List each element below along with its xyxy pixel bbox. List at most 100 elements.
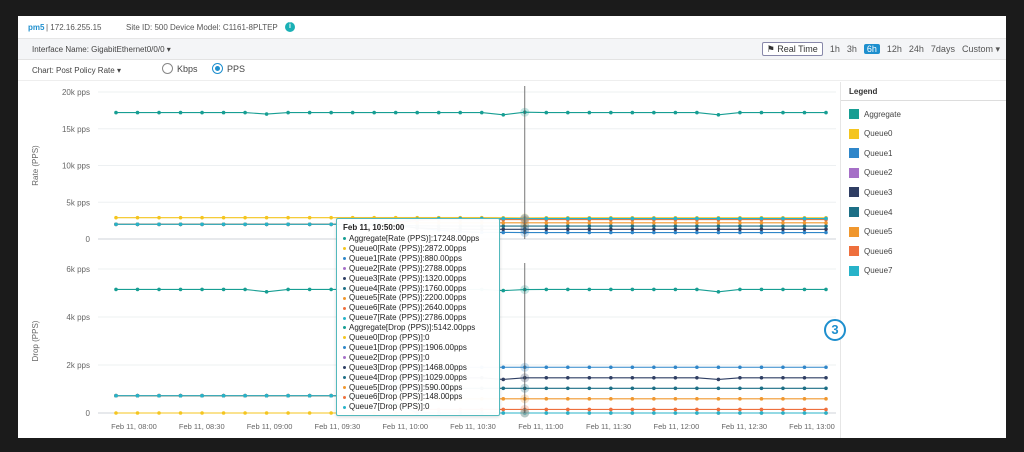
- range-custom-dropdown[interactable]: Custom ▾: [962, 44, 1000, 55]
- radio-pps[interactable]: PPS: [212, 63, 245, 74]
- legend-item-queue3[interactable]: Queue3: [849, 186, 892, 198]
- range-24h[interactable]: 24h: [909, 44, 924, 54]
- data-point: [716, 221, 721, 225]
- data-point: [286, 287, 290, 292]
- data-point: [501, 230, 506, 235]
- range-custom-label: Custom: [961, 43, 993, 54]
- data-point: [652, 221, 656, 225]
- data-point: [544, 375, 549, 380]
- data-point: [716, 386, 721, 391]
- data-point: [609, 365, 613, 370]
- range-6h[interactable]: 6h: [863, 44, 880, 54]
- data-point: [501, 407, 506, 412]
- data-point: [393, 110, 398, 115]
- data-point: [738, 216, 742, 221]
- data-point: [609, 407, 613, 412]
- charts-area[interactable]: 20k pps 15k pps 10k pps 5k pps 0 Rate (PPS) 6k…: [18, 82, 838, 438]
- y-axis-label: Drop (PPS): [31, 320, 40, 361]
- x-tick-label: Feb 11, 13:00: [789, 422, 835, 431]
- data-point: [566, 287, 570, 292]
- data-point: [781, 365, 785, 370]
- real-time-button[interactable]: ⚑ Real Time: [761, 42, 823, 56]
- data-point: [695, 110, 699, 115]
- data-point: [802, 216, 807, 221]
- data-point: [200, 222, 204, 227]
- data-point: [609, 375, 613, 380]
- data-point: [781, 287, 785, 292]
- data-point: [673, 397, 678, 401]
- legend-item-queue4[interactable]: Queue4: [849, 206, 892, 218]
- data-point: [695, 224, 699, 228]
- data-point: [609, 221, 613, 225]
- device-hostname-link[interactable]: pm5: [28, 23, 44, 32]
- legend-item-queue1[interactable]: Queue1: [849, 147, 892, 159]
- data-point: [307, 393, 312, 398]
- legend-item-queue5[interactable]: Queue5: [849, 226, 892, 238]
- y-tick-label: 20k pps: [62, 88, 90, 97]
- data-point: [286, 215, 290, 220]
- data-point: [135, 222, 140, 227]
- data-point: [501, 221, 506, 225]
- data-point: [587, 221, 592, 225]
- data-point: [501, 411, 506, 415]
- data-point: [673, 224, 678, 228]
- legend-item-queue7[interactable]: Queue7: [849, 265, 892, 277]
- data-point: [501, 112, 506, 117]
- range-12h[interactable]: 12h: [887, 44, 902, 54]
- tooltip-row: Queue6[Rate (PPS)]:2640.00pps: [343, 303, 466, 313]
- data-point: [243, 110, 247, 115]
- data-point: [114, 222, 118, 227]
- range-1h[interactable]: 1h: [830, 44, 840, 54]
- tooltip-dot-icon: [343, 257, 346, 261]
- legend-item-aggregate[interactable]: Aggregate: [849, 108, 901, 120]
- legend-swatch: [849, 148, 859, 159]
- x-tick-label: Feb 11, 12:30: [721, 422, 767, 431]
- tooltip-dot-icon: [343, 375, 346, 379]
- data-point: [695, 221, 699, 225]
- data-point: [716, 411, 721, 415]
- data-point: [329, 287, 333, 292]
- data-point: [286, 110, 290, 115]
- data-point: [609, 386, 613, 391]
- radio-kbps[interactable]: Kbps: [162, 63, 198, 74]
- data-point: [759, 411, 764, 415]
- data-point: [652, 224, 656, 228]
- data-point: [781, 110, 785, 115]
- data-point: [501, 365, 506, 370]
- legend-item-queue0[interactable]: Queue0: [849, 128, 892, 140]
- y-tick-label: 15k pps: [62, 125, 90, 134]
- legend-item-queue6[interactable]: Queue6: [849, 245, 892, 257]
- data-point: [802, 375, 807, 380]
- range-3h[interactable]: 3h: [847, 44, 857, 54]
- data-point: [157, 222, 161, 227]
- tooltip-row: Queue3[Drop (PPS)]:1468.00pps: [343, 363, 467, 373]
- data-point: [630, 287, 635, 292]
- data-point: [135, 411, 140, 415]
- data-point: [716, 365, 721, 370]
- data-point: [781, 230, 785, 235]
- chart-type-label: Chart: Post Policy Rate: [32, 66, 115, 75]
- data-point: [135, 215, 140, 220]
- data-point: [673, 227, 678, 232]
- x-tick-label: Feb 11, 11:30: [586, 422, 631, 431]
- data-point: [566, 375, 570, 380]
- data-point: [716, 397, 721, 401]
- data-point: [544, 227, 549, 232]
- tooltip-row: Queue1[Rate (PPS)]:880.00pps: [343, 254, 462, 264]
- data-point: [738, 110, 742, 115]
- data-point: [243, 215, 247, 220]
- data-point: [307, 287, 312, 292]
- range-7days[interactable]: 7days: [931, 44, 955, 54]
- legend-panel: Legend Aggregate Queue0 Queue1 Queue2 Queue3…: [840, 82, 1006, 438]
- info-icon[interactable]: i: [285, 22, 295, 32]
- legend-item-queue2[interactable]: Queue2: [849, 167, 892, 179]
- tooltip-dot-icon: [343, 326, 346, 330]
- interface-dropdown[interactable]: Interface Name: GigabitEthernet0/0/0 ▾: [32, 45, 171, 54]
- data-point: [673, 375, 678, 380]
- chart-type-dropdown[interactable]: Chart: Post Policy Rate ▾: [32, 66, 121, 75]
- data-point: [673, 110, 678, 115]
- data-point: [587, 386, 592, 391]
- tooltip-dot-icon: [343, 267, 346, 271]
- tooltip-row: Queue5[Drop (PPS)]:590.00pps: [343, 383, 462, 393]
- data-point: [652, 216, 656, 221]
